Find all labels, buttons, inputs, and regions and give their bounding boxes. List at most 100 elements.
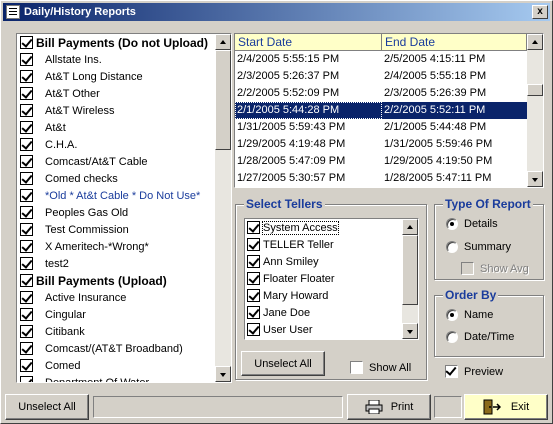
bill-list-item[interactable]: Allstate Ins.	[17, 51, 231, 68]
bill-list-item[interactable]: test2	[17, 255, 231, 272]
summary-radio-dot[interactable]	[446, 241, 458, 253]
bill-list-item[interactable]: Active Insurance	[17, 289, 231, 306]
teller-checkbox[interactable]	[247, 272, 260, 285]
order-date-time-radio[interactable]: Date/Time	[446, 331, 514, 343]
teller-checkbox[interactable]	[247, 289, 260, 302]
bill-item-checkbox[interactable]	[20, 53, 33, 66]
teller-list-item[interactable]: User User	[245, 321, 418, 338]
bill-item-checkbox[interactable]	[20, 155, 33, 168]
bill-item-checkbox[interactable]	[20, 223, 33, 236]
teller-list-item[interactable]: Ann Smiley	[245, 253, 418, 270]
teller-list-item[interactable]: System Access	[245, 219, 418, 236]
bill-category-header[interactable]: Bill Payments (Upload)	[17, 272, 231, 289]
bill-item-checkbox[interactable]	[20, 274, 33, 287]
bill-list-item[interactable]: At&T Other	[17, 85, 231, 102]
bill-item-checkbox[interactable]	[20, 36, 33, 49]
scroll-thumb[interactable]	[402, 235, 418, 305]
bill-list-item[interactable]: Department Of Water	[17, 374, 231, 382]
bill-item-checkbox[interactable]	[20, 121, 33, 134]
teller-list-item[interactable]: Mary Howard	[245, 287, 418, 304]
order-date-time-radio-dot[interactable]	[446, 331, 458, 343]
bill-list-item[interactable]: *Old * At&t Cable * Do Not Use*	[17, 187, 231, 204]
scroll-up-arrow-icon[interactable]	[527, 34, 543, 50]
tellers-scrollbar[interactable]	[402, 219, 418, 339]
show-avg-checkbox[interactable]: Show Avg	[461, 262, 529, 275]
preview-box[interactable]	[445, 365, 458, 378]
date-table-row[interactable]: 1/27/2005 5:30:57 PM 1/28/2005 5:47:11 PM	[235, 170, 543, 187]
scroll-up-arrow-icon[interactable]	[402, 219, 418, 235]
show-all-box[interactable]	[350, 361, 363, 374]
bill-list-item[interactable]: Peoples Gas Old	[17, 204, 231, 221]
teller-checkbox[interactable]	[247, 221, 260, 234]
bill-item-checkbox[interactable]	[20, 70, 33, 83]
column-header-start-date[interactable]: Start Date	[235, 34, 382, 50]
bill-list-item[interactable]: X Ameritech-*Wrong*	[17, 238, 231, 255]
bill-item-checkbox[interactable]	[20, 189, 33, 202]
bill-list-item[interactable]: Test Commission	[17, 221, 231, 238]
bill-list-item[interactable]: Citibank	[17, 323, 231, 340]
bill-item-checkbox[interactable]	[20, 325, 33, 338]
scroll-down-arrow-icon[interactable]	[215, 366, 231, 382]
print-button[interactable]: Print	[347, 394, 431, 420]
teller-checkbox[interactable]	[247, 255, 260, 268]
close-button[interactable]: x	[532, 5, 548, 19]
bill-item-checkbox[interactable]	[20, 172, 33, 185]
scroll-thumb[interactable]	[215, 50, 231, 150]
scroll-up-arrow-icon[interactable]	[215, 34, 231, 50]
date-table-row[interactable]: 2/2/2005 5:52:09 PM 2/3/2005 5:26:39 PM	[235, 85, 543, 102]
bill-list-item[interactable]: Cingular	[17, 306, 231, 323]
date-table-row[interactable]: 1/31/2005 5:59:43 PM 2/1/2005 5:44:48 PM	[235, 119, 543, 136]
show-all-checkbox[interactable]: Show All	[350, 361, 411, 374]
scroll-thumb[interactable]	[527, 84, 543, 96]
bill-item-checkbox[interactable]	[20, 206, 33, 219]
bill-list-scrollbar[interactable]	[215, 34, 231, 382]
exit-button[interactable]: Exit	[464, 394, 548, 420]
date-table-row[interactable]: 2/4/2005 5:55:15 PM 2/5/2005 4:15:11 PM	[235, 51, 543, 68]
bill-item-checkbox[interactable]	[20, 257, 33, 270]
bill-list-item[interactable]: Comcast/At&T Cable	[17, 153, 231, 170]
bill-item-checkbox[interactable]	[20, 291, 33, 304]
teller-checkbox[interactable]	[247, 238, 260, 251]
date-table-scrollbar[interactable]	[527, 34, 543, 187]
teller-list-item[interactable]: TELLER Teller	[245, 236, 418, 253]
show-avg-box[interactable]	[461, 262, 474, 275]
order-name-radio-dot[interactable]	[446, 309, 458, 321]
bill-list-item[interactable]: At&t	[17, 119, 231, 136]
bill-item-checkbox[interactable]	[20, 342, 33, 355]
bill-item-checkbox[interactable]	[20, 308, 33, 321]
bill-list-item[interactable]: Comed	[17, 357, 231, 374]
details-radio-dot[interactable]	[446, 218, 458, 230]
details-radio[interactable]: Details	[446, 218, 498, 230]
bill-list-item[interactable]: C.H.A.	[17, 136, 231, 153]
bill-item-checkbox[interactable]	[20, 138, 33, 151]
bill-item-checkbox[interactable]	[20, 104, 33, 117]
bill-list-item[interactable]: Comed checks	[17, 170, 231, 187]
date-table-row[interactable]: 2/1/2005 5:44:28 PM 2/2/2005 5:52:11 PM	[235, 102, 543, 119]
scroll-down-arrow-icon[interactable]	[527, 171, 543, 187]
bill-list-item[interactable]: At&T Wireless	[17, 102, 231, 119]
teller-list-item[interactable]: Floater Floater	[245, 270, 418, 287]
date-table-row[interactable]: 2/3/2005 5:26:37 PM 2/4/2005 5:55:18 PM	[235, 68, 543, 85]
date-table-row[interactable]: 1/29/2005 4:19:48 PM 1/31/2005 5:59:46 PM	[235, 136, 543, 153]
bill-item-checkbox[interactable]	[20, 240, 33, 253]
preview-checkbox[interactable]: Preview	[445, 365, 503, 378]
order-name-radio[interactable]: Name	[446, 309, 493, 321]
teller-checkbox[interactable]	[247, 306, 260, 319]
teller-checkbox[interactable]	[247, 323, 260, 336]
teller-label: TELLER Teller	[263, 238, 334, 251]
bill-item-label: Comcast/(AT&T Broadband)	[45, 342, 183, 355]
bill-list-item[interactable]: Comcast/(AT&T Broadband)	[17, 340, 231, 357]
bill-item-checkbox[interactable]	[20, 87, 33, 100]
unselect-all-label: Unselect All	[18, 401, 76, 413]
bill-list-item[interactable]: At&T Long Distance	[17, 68, 231, 85]
summary-radio[interactable]: Summary	[446, 241, 511, 253]
teller-list-item[interactable]: Jane Doe	[245, 304, 418, 321]
bill-item-checkbox[interactable]	[20, 359, 33, 372]
date-table-row[interactable]: 1/28/2005 5:47:09 PM 1/29/2005 4:19:50 PM	[235, 153, 543, 170]
bill-category-header[interactable]: Bill Payments (Do not Upload)	[17, 34, 231, 51]
unselect-all-button[interactable]: Unselect All	[5, 394, 89, 420]
unselect-all-tellers-button[interactable]: Unselect All	[241, 351, 325, 376]
scroll-down-arrow-icon[interactable]	[402, 323, 418, 339]
column-header-end-date[interactable]: End Date	[382, 34, 527, 50]
bill-item-checkbox[interactable]	[20, 376, 33, 382]
